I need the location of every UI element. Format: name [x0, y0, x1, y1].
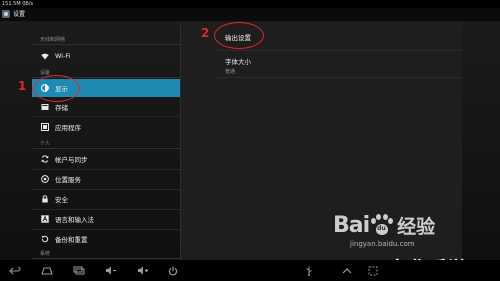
watermark-du: du [377, 225, 386, 232]
annotation-number-1: 1 [18, 79, 27, 93]
action-bar: 设置 [0, 8, 500, 22]
usb-icon[interactable] [302, 265, 316, 276]
nav-label: Wi-Fi [55, 52, 71, 60]
row-divider [217, 50, 463, 51]
annotation-circle-1 [33, 75, 80, 102]
volume-down-icon[interactable] [104, 265, 118, 276]
lock-icon [41, 195, 49, 203]
section-divider [32, 258, 180, 259]
nav-item-wifi[interactable]: Wi-Fi [32, 47, 180, 65]
storage-icon [41, 103, 49, 111]
nav-item-backup-reset[interactable]: 备份和重置 [32, 230, 180, 248]
nav-label: 语言和输入法 [55, 216, 94, 224]
nav-item-accounts-sync[interactable]: 帐户与同步 [32, 150, 180, 168]
nav-label: 应用程序 [55, 124, 81, 132]
watermark-jingyan: 经验 [397, 215, 436, 238]
watermark-url: jingyan.baidu.com [350, 240, 415, 248]
nav-label: 存储 [55, 104, 68, 112]
status-bar: 151.5M 0B/s [0, 0, 500, 8]
baidu-paw-icon: du [370, 213, 394, 237]
section-divider [32, 148, 180, 149]
settings-category-list: 无线和网络 Wi-Fi 设备 显示 存储 应用程序 个人 帐户与同步 位置服务 … [32, 22, 180, 260]
back-icon[interactable] [8, 265, 22, 276]
location-icon [41, 175, 49, 183]
setting-title: 字体大小 [225, 58, 251, 66]
screenshot-icon[interactable] [366, 265, 380, 276]
nav-label: 备份和重置 [55, 236, 88, 244]
volume-up-icon[interactable] [136, 265, 150, 276]
nav-label: 位置服务 [55, 176, 81, 184]
apps-icon [41, 123, 49, 131]
nav-item-security[interactable]: 安全 [32, 190, 180, 208]
watermark-bai: Bai [333, 212, 370, 238]
nav-item-language-input[interactable]: 语言和输入法 [32, 210, 180, 228]
status-text: 151.5M 0B/s [2, 1, 34, 7]
section-divider [32, 44, 180, 45]
row-divider [217, 77, 463, 78]
system-navigation-bar [0, 260, 500, 281]
annotation-circle-2 [214, 22, 264, 49]
language-icon [41, 215, 49, 223]
section-header-wireless: 无线和网络 [40, 37, 66, 43]
home-icon[interactable] [40, 265, 54, 276]
backup-icon [41, 235, 49, 243]
recent-apps-icon[interactable] [72, 265, 86, 276]
expand-up-icon[interactable] [340, 265, 354, 276]
power-icon[interactable] [166, 265, 180, 276]
section-header-system: 系统 [40, 251, 51, 257]
wifi-icon [41, 52, 49, 60]
annotation-number-2: 2 [201, 26, 210, 40]
baidu-jingyan-watermark: Bai du 经验 [333, 207, 435, 243]
nav-label: 帐户与同步 [55, 156, 88, 164]
page-title: 设置 [13, 11, 26, 18]
setting-value: 普通 [225, 69, 236, 75]
section-header-personal: 个人 [40, 141, 51, 147]
nav-item-location[interactable]: 位置服务 [32, 170, 180, 188]
nav-item-apps[interactable]: 应用程序 [32, 118, 180, 136]
sync-icon [41, 155, 49, 163]
settings-app-icon [2, 10, 10, 18]
item-divider [32, 116, 180, 117]
setting-font-size[interactable]: 字体大小 普通 [225, 56, 251, 75]
nav-label: 安全 [55, 196, 68, 204]
